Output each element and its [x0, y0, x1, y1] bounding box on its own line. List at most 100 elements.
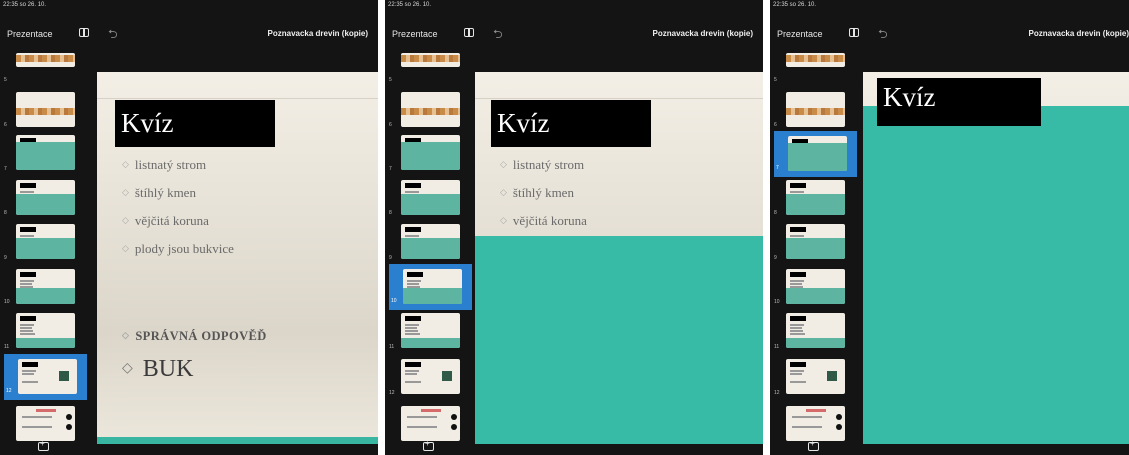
status-bar-time: 22:35 so 26. 10.: [388, 2, 432, 8]
slide-canvas[interactable]: Kvíz ◇ listnatý strom ◇ štíhlý kmen ◇ vějči…: [97, 72, 378, 444]
slide-thumbnail-10[interactable]: [786, 269, 845, 304]
answer-label: SPRÁVNÁ ODPOVĚĎ: [135, 329, 267, 343]
slide-thumbnail-9[interactable]: [786, 224, 845, 259]
slide-number: 9: [774, 255, 777, 261]
bullet-item: ◇ vějčitá koruna: [500, 213, 587, 229]
sidebar-icon[interactable]: [849, 28, 859, 37]
diamond-bullet-icon: ◇: [122, 215, 129, 225]
slide-thumbnail-12[interactable]: [18, 359, 77, 394]
divider-line: [475, 98, 763, 99]
screenshot-panel-2: 22:35 so 26. 10. Prezentace ⮌ Poznavacka…: [385, 0, 763, 455]
slide-title: Kvíz: [883, 82, 936, 112]
slide-number: 10: [4, 299, 10, 305]
slide-canvas[interactable]: Kvíz: [863, 72, 1129, 444]
slide-thumbnail-6[interactable]: [786, 92, 845, 127]
slide-number: 8: [774, 210, 777, 216]
slide-number: 5: [774, 77, 777, 83]
plus-icon[interactable]: [808, 439, 819, 451]
answer-item: ◇ BUK: [122, 356, 193, 383]
slide-thumbnail-9[interactable]: [401, 224, 460, 259]
slide-number: 6: [774, 122, 777, 128]
sidebar-icon[interactable]: [464, 28, 474, 37]
screenshot-panel-1: 22:35 so 26. 10. Prezentace ⮌ Poznavacka…: [0, 0, 378, 455]
slide-thumbnail-11[interactable]: [401, 313, 460, 348]
diamond-bullet-icon: ◇: [122, 159, 129, 169]
undo-icon[interactable]: ⮌: [108, 25, 118, 46]
slide-title-box[interactable]: Kvíz: [877, 78, 1041, 126]
slide-number: 7: [4, 166, 7, 172]
bullet-text: listnatý strom: [134, 157, 207, 172]
screenshot-panel-3: 22:35 so 26. 10. Prezentace ⮌ Poznavacka…: [770, 0, 1129, 455]
slide-thumbnail-5[interactable]: [401, 53, 460, 67]
slide-thumbnail-7[interactable]: [401, 135, 460, 170]
slide-title-box[interactable]: Kvíz: [115, 100, 275, 147]
slide-thumbnail-13[interactable]: [401, 406, 460, 441]
plus-icon[interactable]: [423, 439, 434, 451]
slide-thumbnail-11[interactable]: [786, 313, 845, 348]
slide-number: 9: [389, 255, 392, 261]
presentations-button[interactable]: Prezentace: [392, 29, 438, 39]
teal-strip: [97, 437, 378, 444]
slide-number: 11: [389, 344, 395, 350]
slide-thumbnail-8[interactable]: [16, 180, 75, 215]
teal-cover-rectangle[interactable]: [863, 106, 1129, 444]
bullet-item: ◇ listnatý strom: [122, 157, 206, 173]
sidebar-icon[interactable]: [79, 28, 89, 37]
slide-thumbnail-7[interactable]: [788, 136, 847, 171]
slide-thumbnail-7[interactable]: [16, 135, 75, 170]
document-title: Poznavacka drevin (kopie): [1028, 29, 1129, 38]
bullet-text: štíhlý kmen: [134, 185, 196, 200]
toolbar: Prezentace ⮌ Poznavacka drevin (kopie): [770, 12, 1129, 48]
slide-thumbnail-13[interactable]: [786, 406, 845, 441]
slide-number: 12: [774, 390, 780, 396]
bullet-item: ◇ štíhlý kmen: [122, 185, 196, 201]
slide-thumbnail-8[interactable]: [786, 180, 845, 215]
slide-thumbnail-11[interactable]: [16, 313, 75, 348]
slide-thumbnail-12[interactable]: [786, 359, 845, 394]
slide-number: 7: [776, 165, 779, 171]
slide-thumbnail-10[interactable]: [403, 269, 462, 304]
toolbar: Prezentace ⮌ Poznavacka drevin (kopie): [385, 12, 763, 48]
undo-icon[interactable]: ⮌: [878, 25, 888, 46]
slide-title: Kvíz: [497, 108, 550, 138]
teal-cover-rectangle[interactable]: [475, 236, 763, 444]
slide-thumbnail-5[interactable]: [786, 53, 845, 67]
slide-thumbnail-10[interactable]: [16, 269, 75, 304]
slide-number: 10: [391, 298, 397, 304]
slide-canvas[interactable]: Kvíz ◇ listnatý strom ◇ štíhlý kmen ◇ vějči…: [475, 72, 763, 444]
slide-number: 6: [389, 122, 392, 128]
bullet-item: ◇ plody jsou bukvice: [122, 241, 234, 257]
slide-thumbnail-6[interactable]: [16, 92, 75, 127]
slide-title: Kvíz: [121, 108, 174, 138]
slide-thumbnail-12[interactable]: [401, 359, 460, 394]
bullet-item: ◇ listnatý strom: [500, 157, 584, 173]
diamond-bullet-icon: ◇: [500, 215, 507, 225]
slide-title-box[interactable]: Kvíz: [491, 100, 651, 147]
slide-thumbnail-8[interactable]: [401, 180, 460, 215]
diamond-bullet-icon: ◇: [122, 243, 129, 253]
document-title: Poznavacka drevin (kopie): [267, 29, 368, 38]
presentations-button[interactable]: Prezentace: [777, 29, 823, 39]
undo-icon[interactable]: ⮌: [493, 25, 503, 46]
slide-thumbnail-13[interactable]: [16, 406, 75, 441]
slide-navigator: 5 6 7 8 9 10 11 12: [385, 50, 473, 455]
slide-number: 7: [389, 166, 392, 172]
answer-label-item: ◇ SPRÁVNÁ ODPOVĚĎ: [122, 329, 267, 344]
slide-thumbnail-9[interactable]: [16, 224, 75, 259]
slide-number: 5: [4, 77, 7, 83]
slide-thumbnail-5[interactable]: [16, 53, 75, 67]
bullet-text: štíhlý kmen: [512, 185, 574, 200]
plus-icon[interactable]: [38, 439, 49, 451]
slide-number: 8: [4, 210, 7, 216]
presentations-button[interactable]: Prezentace: [7, 29, 53, 39]
slide-navigator: 5 6 7 8 9 10 11 12: [0, 50, 88, 455]
bullet-item: ◇ štíhlý kmen: [500, 185, 574, 201]
slide-number: 11: [4, 344, 10, 350]
answer-text: BUK: [142, 356, 194, 382]
slide-number: 10: [774, 299, 780, 305]
slide-number: 12: [389, 390, 395, 396]
diamond-bullet-icon: ◇: [122, 330, 130, 340]
slide-thumbnail-6[interactable]: [401, 92, 460, 127]
slide-number: 8: [389, 210, 392, 216]
bullet-text: plody jsou bukvice: [134, 241, 234, 256]
